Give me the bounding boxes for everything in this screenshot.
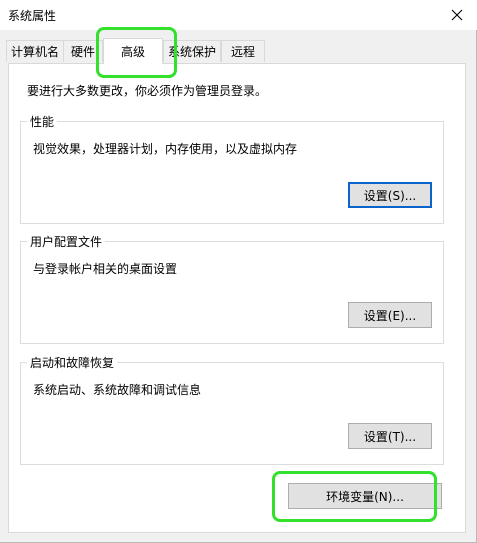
performance-desc: 视觉效果，处理器计划，内存使用，以及虚拟内存 (33, 142, 298, 156)
tab-system-protection[interactable]: 系统保护 (163, 40, 221, 62)
title-bar: 系统属性 (0, 0, 477, 30)
user-profiles-group: 用户配置文件 与登录帐户相关的桌面设置 设置(E)... (20, 233, 444, 344)
user-profiles-desc: 与登录帐户相关的桌面设置 (33, 262, 178, 276)
tab-label: 高级 (120, 45, 145, 59)
window-title: 系统属性 (8, 9, 57, 23)
performance-group: 性能 视觉效果，处理器计划，内存使用，以及虚拟内存 设置(S)... (20, 113, 444, 224)
user-profiles-settings-button[interactable]: 设置(E)... (348, 302, 432, 328)
tab-label: 硬件 (70, 45, 95, 59)
startup-recovery-group: 启动和故障恢复 系统启动、系统故障和调试信息 设置(T)... (20, 354, 444, 465)
tab-remote[interactable]: 远程 (221, 40, 265, 62)
tab-computer-name[interactable]: 计算机名 (6, 40, 64, 62)
tab-label: 远程 (230, 45, 255, 59)
tab-label: 系统保护 (167, 45, 216, 59)
startup-recovery-settings-button[interactable]: 设置(T)... (348, 423, 432, 449)
startup-recovery-desc: 系统启动、系统故障和调试信息 (33, 383, 202, 397)
tab-advanced[interactable]: 高级 (103, 38, 163, 64)
close-icon (451, 9, 463, 21)
advanced-panel: 要进行大多数更改，你必须作为管理员登录。 性能 视觉效果，处理器计划，内存使用，… (8, 63, 466, 533)
startup-recovery-title: 启动和故障恢复 (27, 354, 118, 371)
tab-hardware[interactable]: 硬件 (63, 40, 103, 62)
environment-variables-button[interactable]: 环境变量(N)... (288, 483, 442, 509)
tab-label: 计算机名 (10, 45, 59, 59)
admin-notice: 要进行大多数更改，你必须作为管理员登录。 (27, 84, 268, 98)
performance-settings-button[interactable]: 设置(S)... (348, 182, 432, 208)
close-button[interactable] (443, 4, 471, 26)
user-profiles-title: 用户配置文件 (27, 233, 106, 250)
performance-title: 性能 (27, 113, 58, 130)
